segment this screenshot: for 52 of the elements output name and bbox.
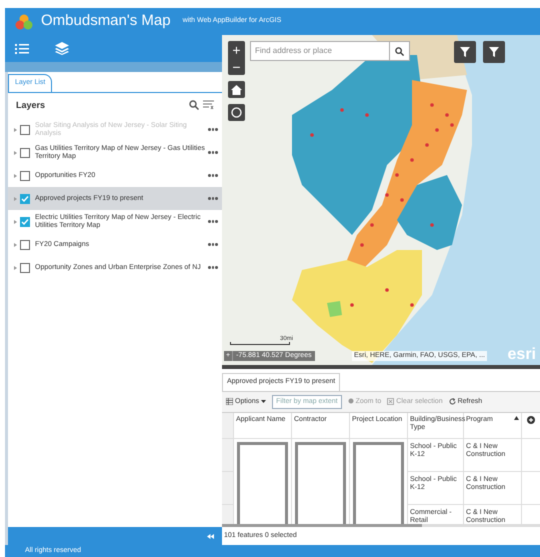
circle-icon — [231, 107, 242, 118]
layer-checkbox[interactable] — [20, 170, 30, 180]
more-options-icon[interactable] — [208, 220, 218, 223]
more-options-icon[interactable] — [208, 128, 218, 131]
layers-icon[interactable] — [55, 42, 69, 55]
logo-icon — [15, 14, 33, 30]
filter-icon — [489, 47, 499, 57]
expand-arrow-icon[interactable] — [14, 220, 17, 224]
scale-bar — [230, 342, 290, 345]
caret-icon — [261, 400, 266, 404]
collapse-icon[interactable] — [207, 534, 214, 538]
row-header-cell — [222, 472, 234, 505]
expand-arrow-icon[interactable] — [14, 150, 17, 154]
grid-icon — [226, 398, 233, 406]
clear-icon — [387, 398, 394, 406]
layer-checkbox[interactable] — [20, 194, 30, 204]
filter-icon — [460, 47, 470, 57]
search-icon — [395, 46, 404, 56]
expand-arrow-icon[interactable] — [14, 242, 17, 246]
park-area — [327, 301, 342, 317]
filter-button[interactable] — [483, 41, 505, 63]
more-options-icon[interactable] — [208, 151, 218, 154]
panel-title: Layers — [16, 98, 46, 112]
more-options-icon[interactable] — [208, 243, 218, 246]
sort-icon — [514, 416, 519, 420]
layer-checkbox[interactable] — [20, 262, 30, 272]
search-input[interactable]: Find address or place — [251, 42, 389, 60]
layer-checkbox[interactable] — [20, 124, 30, 134]
search-field[interactable]: Find address or place — [250, 41, 410, 61]
app-title: Ombudsman's Map — [41, 11, 171, 32]
more-options-icon[interactable] — [208, 174, 218, 177]
expand-arrow-icon[interactable] — [14, 128, 17, 132]
layer-checkbox[interactable] — [20, 148, 30, 158]
layer-checkbox[interactable] — [20, 240, 30, 250]
more-options-icon[interactable] — [208, 266, 218, 269]
zoom-out-button[interactable]: − — [228, 58, 245, 75]
expand-arrow-icon[interactable] — [14, 266, 17, 270]
zoom-in-button[interactable]: + — [228, 41, 245, 58]
row-header-cell — [222, 439, 234, 472]
layer-checkbox[interactable] — [20, 216, 30, 226]
list-icon[interactable] — [15, 42, 29, 54]
home-button[interactable] — [228, 81, 245, 98]
add-column-icon[interactable] — [527, 416, 535, 424]
filter-list-icon[interactable] — [203, 100, 214, 110]
search-icon[interactable] — [189, 100, 199, 110]
expand-arrow-icon[interactable] — [14, 174, 17, 178]
filter-button[interactable] — [454, 41, 476, 63]
more-options-icon[interactable] — [208, 197, 218, 200]
map-logo: esri — [508, 347, 536, 363]
home-icon — [231, 84, 242, 94]
locate-button[interactable] — [228, 104, 245, 121]
refresh-icon — [448, 398, 456, 406]
